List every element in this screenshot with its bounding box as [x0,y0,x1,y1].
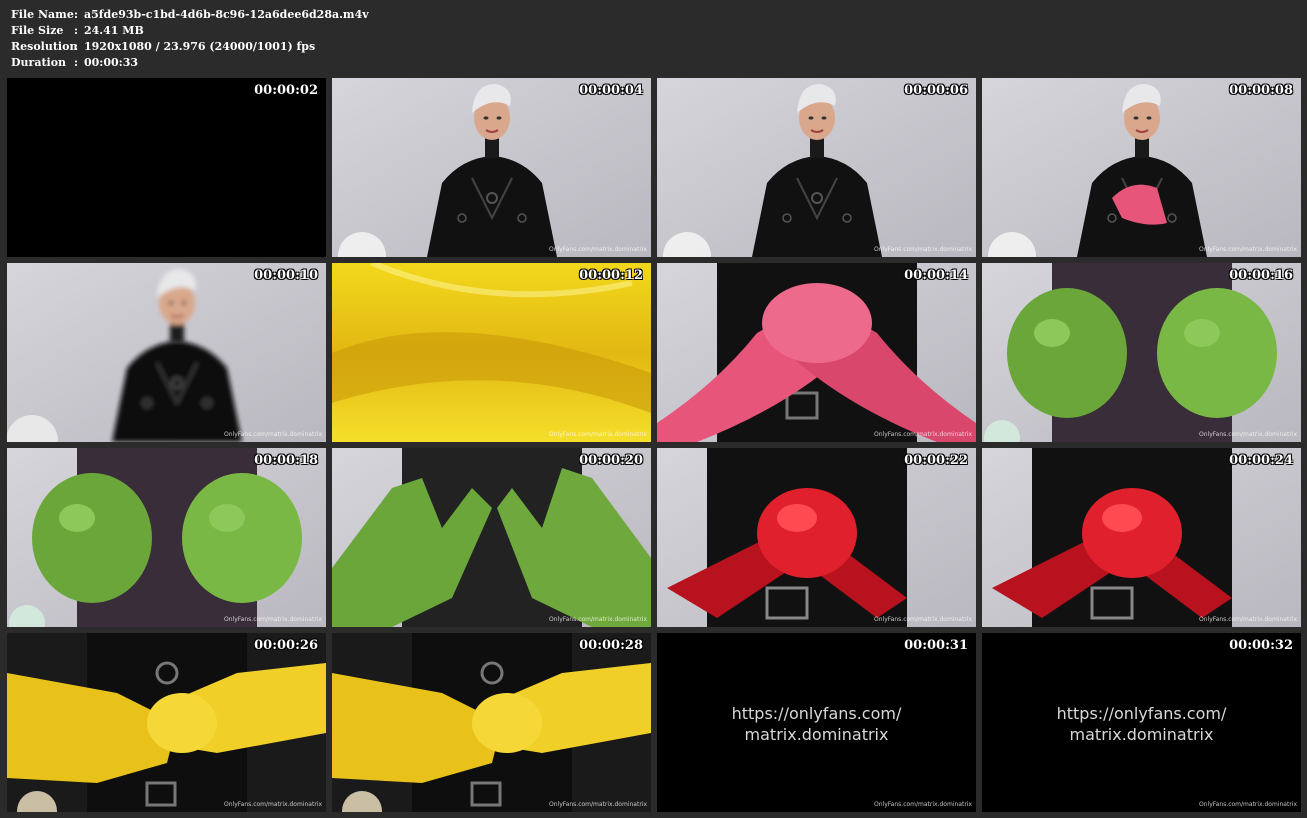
video-thumbnail: 00:00:26 OnlyFans.com/matrix.dominatrix [7,633,326,812]
info-separator: : [74,56,79,69]
video-thumbnail: 00:00:28 OnlyFans.com/matrix.dominatrix [332,633,651,812]
video-thumbnail: 00:00:16 OnlyFans.com/matrix.dominatrix [982,263,1301,442]
thumbnail-timestamp: 00:00:32 [1229,638,1293,653]
thumbnail-frame-image [332,263,651,442]
video-thumbnail: 00:00:32 https://onlyfans.com/matrix.domi… [982,633,1301,812]
thumbnail-watermark: OnlyFans.com/matrix.dominatrix [224,616,322,623]
info-row-resolution: Resolution : 1920x1080 / 23.976 (24000/1… [11,39,369,55]
thumbnail-watermark: OnlyFans.com/matrix.dominatrix [1199,431,1297,438]
promo-url-line: https://onlyfans.com/ [1056,704,1227,723]
video-thumbnail: 00:00:14 OnlyFans.com/matrix.dominatrix [657,263,976,442]
video-thumbnail: 00:00:08 OnlyFans.com/matrix.dominatrix [982,78,1301,257]
info-label: File Size [11,24,64,37]
thumbnail-grid: 00:00:02 00:00:04 OnlyFans.com/matrix.dom… [7,78,1301,812]
thumbnail-timestamp: 00:00:16 [1229,268,1293,283]
thumbnail-watermark: OnlyFans.com/matrix.dominatrix [549,616,647,623]
thumbnail-timestamp: 00:00:31 [904,638,968,653]
video-thumbnail: 00:00:10 OnlyFans.com/matrix.dominatrix [7,263,326,442]
thumbnail-timestamp: 00:00:28 [579,638,643,653]
thumbnail-watermark: OnlyFans.com/matrix.dominatrix [874,801,972,808]
thumbnail-timestamp: 00:00:12 [579,268,643,283]
info-row-file-name: File Name : a5fde93b-c1bd-4d6b-8c96-12a6… [11,7,369,23]
thumbnail-watermark: OnlyFans.com/matrix.dominatrix [549,431,647,438]
info-value: 24.41 MB [84,24,144,37]
thumbnail-watermark: OnlyFans.com/matrix.dominatrix [549,801,647,808]
thumbnail-frame-image [657,448,976,627]
thumbnail-watermark: OnlyFans.com/matrix.dominatrix [224,801,322,808]
thumbnail-frame-image [982,263,1301,442]
file-info-panel: File Name : a5fde93b-c1bd-4d6b-8c96-12a6… [11,7,369,71]
info-separator: : [74,8,79,21]
promo-url-text: https://onlyfans.com/matrix.dominatrix [657,703,976,745]
info-value: 1920x1080 / 23.976 (24000/1001) fps [84,40,316,53]
video-thumbnail: 00:00:04 OnlyFans.com/matrix.dominatrix [332,78,651,257]
thumbnail-watermark: OnlyFans.com/matrix.dominatrix [1199,246,1297,253]
info-row-file-size: File Size : 24.41 MB [11,23,369,39]
promo-url-line: matrix.dominatrix [1069,725,1214,744]
thumbnail-timestamp: 00:00:10 [254,268,318,283]
promo-url-text: https://onlyfans.com/matrix.dominatrix [982,703,1301,745]
video-thumbnail: 00:00:02 [7,78,326,257]
thumbnail-watermark: OnlyFans.com/matrix.dominatrix [1199,616,1297,623]
info-label: File Name [11,8,74,21]
thumbnail-watermark: OnlyFans.com/matrix.dominatrix [874,246,972,253]
video-thumbnail: 00:00:18 OnlyFans.com/matrix.dominatrix [7,448,326,627]
video-thumbnail: 00:00:12 OnlyFans.com/matrix.dominatrix [332,263,651,442]
thumbnail-timestamp: 00:00:24 [1229,453,1293,468]
thumbnail-frame-image [657,78,976,257]
video-thumbnail: 00:00:06 OnlyFans.com/matrix.dominatrix [657,78,976,257]
thumbnail-watermark: OnlyFans.com/matrix.dominatrix [224,431,322,438]
thumbnail-watermark: OnlyFans.com/matrix.dominatrix [549,246,647,253]
thumbnail-timestamp: 00:00:18 [254,453,318,468]
thumbnail-frame-image [7,78,326,257]
info-separator: : [74,40,79,53]
info-label: Resolution [11,40,78,53]
info-value: 00:00:33 [84,56,139,69]
thumbnail-timestamp: 00:00:08 [1229,83,1293,98]
thumbnail-frame-image [332,633,651,812]
thumbnail-frame-image [7,448,326,627]
thumbnail-frame-image [332,78,651,257]
info-label: Duration [11,56,67,69]
thumbnail-timestamp: 00:00:22 [904,453,968,468]
video-thumbnail: 00:00:31 https://onlyfans.com/matrix.domi… [657,633,976,812]
thumbnail-frame-image [657,263,976,442]
thumbnail-watermark: OnlyFans.com/matrix.dominatrix [874,616,972,623]
thumbnail-timestamp: 00:00:06 [904,83,968,98]
thumbnail-frame-image [7,263,326,442]
thumbnail-timestamp: 00:00:26 [254,638,318,653]
thumbnail-timestamp: 00:00:14 [904,268,968,283]
thumbnail-frame-image [7,633,326,812]
thumbnail-timestamp: 00:00:20 [579,453,643,468]
promo-url-line: matrix.dominatrix [744,725,889,744]
info-row-duration: Duration : 00:00:33 [11,55,369,71]
video-thumbnail: 00:00:24 OnlyFans.com/matrix.dominatrix [982,448,1301,627]
video-thumbnail: 00:00:20 OnlyFans.com/matrix.dominatrix [332,448,651,627]
thumbnail-watermark: OnlyFans.com/matrix.dominatrix [1199,801,1297,808]
video-thumbnail: 00:00:22 OnlyFans.com/matrix.dominatrix [657,448,976,627]
info-separator: : [74,24,79,37]
thumbnail-frame-image [982,448,1301,627]
thumbnail-frame-image [332,448,651,627]
promo-url-line: https://onlyfans.com/ [731,704,902,723]
thumbnail-timestamp: 00:00:02 [254,83,318,98]
thumbnail-frame-image [982,78,1301,257]
info-value: a5fde93b-c1bd-4d6b-8c96-12a6dee6d28a.m4v [84,8,369,21]
thumbnail-timestamp: 00:00:04 [579,83,643,98]
thumbnail-watermark: OnlyFans.com/matrix.dominatrix [874,431,972,438]
